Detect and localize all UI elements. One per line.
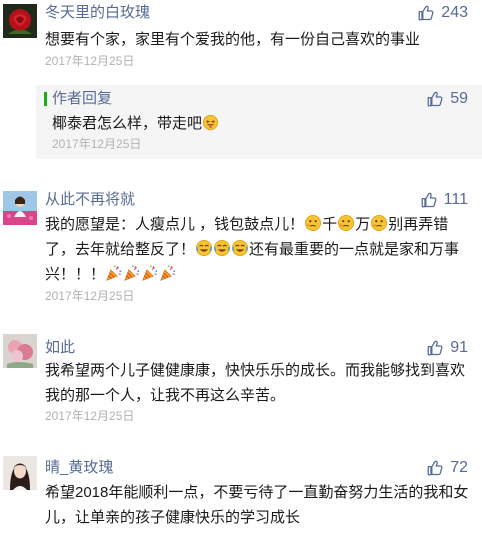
avatar[interactable] xyxy=(3,191,37,225)
like-count: 59 xyxy=(450,90,468,107)
like-count: 243 xyxy=(441,4,468,21)
text-segment: 千 xyxy=(322,216,338,233)
party-popper-emoji-icon xyxy=(123,264,141,282)
comment-text: 我希望两个儿子健健康康，快快乐乐的成长。而我能够找到喜欢我的那一个人，让我不再这… xyxy=(45,362,466,404)
thinking-face-emoji-icon xyxy=(337,214,355,232)
laughing-tears-emoji-icon xyxy=(195,239,213,257)
thumbs-up-icon xyxy=(420,191,438,209)
author-reply: 作者回复 59 椰泰君怎么样，带走吧 2017年12月25日 xyxy=(36,85,482,159)
comment-date: 2017年12月25日 xyxy=(45,409,135,423)
comment-text: 希望2018年能顺利一点，不要亏待了一直勤奋努力生活的我和女儿，让单亲的孩子健康… xyxy=(45,484,469,526)
laughing-tears-emoji-icon xyxy=(231,239,249,257)
comment-author[interactable]: 如此 xyxy=(45,338,75,358)
comment-author[interactable]: 从此不再将就 xyxy=(45,190,135,210)
like-count: 91 xyxy=(450,339,468,356)
laughing-tears-emoji-icon xyxy=(213,239,231,257)
reply-accent-bar xyxy=(44,92,47,106)
comment-date: 2017年12月25日 xyxy=(45,54,135,68)
thinking-face-emoji-icon xyxy=(304,214,322,232)
comment-date: 2017年12月25日 xyxy=(45,289,135,303)
reply-text-content: 椰泰君怎么样，带走吧 xyxy=(52,115,203,132)
avatar[interactable] xyxy=(3,4,37,38)
thumbs-up-icon xyxy=(426,339,444,357)
thumbs-up-icon xyxy=(426,459,444,477)
like-count: 111 xyxy=(443,191,468,208)
text-segment: 我的愿望是：人瘦点儿 ，钱包鼓点儿！ xyxy=(45,216,305,233)
party-popper-emoji-icon xyxy=(141,264,159,282)
like-button[interactable]: 111 xyxy=(420,190,468,210)
thumbs-up-icon xyxy=(417,4,435,22)
party-popper-emoji-icon xyxy=(105,264,123,282)
reply-title: 作者回复 xyxy=(52,90,113,107)
avatar[interactable] xyxy=(3,456,37,490)
like-button[interactable]: 243 xyxy=(417,3,468,23)
text-segment: 万 xyxy=(355,216,371,233)
party-popper-emoji-icon xyxy=(159,264,177,282)
tongue-face-emoji-icon xyxy=(202,114,219,131)
comment-text: 我的愿望是：人瘦点儿 ，钱包鼓点儿！千万别再弄错了，去年就给整反了！ 还有最重要的… xyxy=(45,212,475,287)
like-button[interactable]: 72 xyxy=(426,458,468,478)
like-button[interactable]: 91 xyxy=(426,338,468,358)
reply-like-button[interactable]: 59 xyxy=(426,89,468,109)
comment-author[interactable]: 晴_黄玫瑰 xyxy=(45,458,113,478)
like-count: 72 xyxy=(450,459,468,476)
thumbs-up-icon xyxy=(426,90,444,108)
reply-date: 2017年12月25日 xyxy=(52,137,142,151)
reply-text: 椰泰君怎么样，带走吧 xyxy=(52,113,219,135)
thinking-face-emoji-icon xyxy=(370,214,388,232)
comment-author[interactable]: 冬天里的白玫瑰 xyxy=(45,3,150,23)
avatar[interactable] xyxy=(3,334,37,368)
comment-text: 想要有个家，家里有个爱我的他，有一份自己喜欢的事业 xyxy=(45,31,421,48)
